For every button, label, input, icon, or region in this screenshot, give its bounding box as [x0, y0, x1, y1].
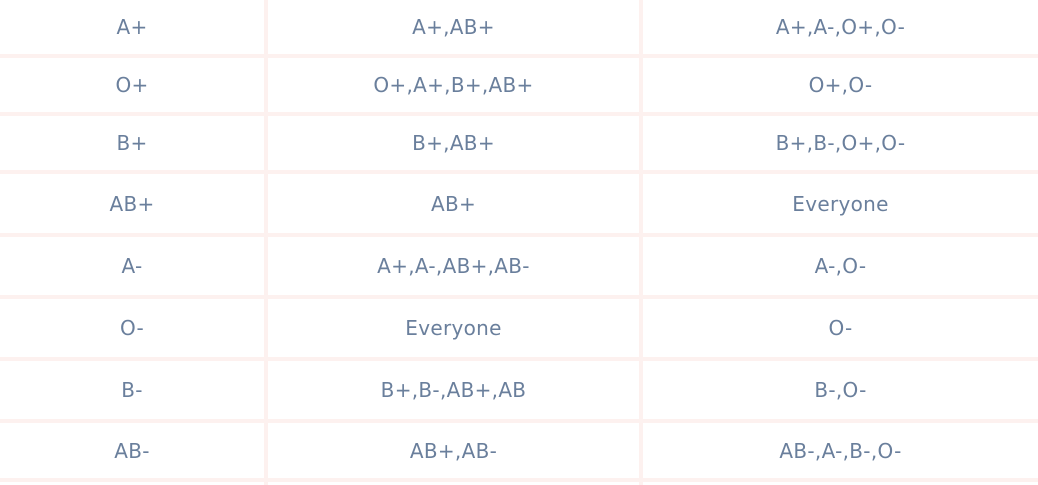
donate-to-cell: AB+ — [266, 172, 643, 237]
donate-to-cell: B+,AB+ — [266, 114, 643, 174]
receive-from-cell: B+,B-,O+,O- — [641, 114, 1038, 174]
blood-type-cell: A+ — [0, 0, 268, 58]
donate-to-cell: A+,A-,AB+,AB- — [266, 235, 643, 299]
donate-to-cell: B+,B-,AB+,AB — [266, 359, 643, 423]
blood-type-cell: AB- — [0, 421, 268, 482]
blood-type-cell: A- — [0, 235, 268, 299]
table-row: A+ A+,AB+ A+,A-,O+,O- — [0, 0, 1038, 58]
empty-cell — [0, 480, 268, 485]
table-row: B- B+,B-,AB+,AB B-,O- — [0, 359, 1038, 423]
blood-type-cell: O+ — [0, 56, 268, 116]
receive-from-cell: A-,O- — [641, 235, 1038, 299]
donate-to-cell: AB+,AB- — [266, 421, 643, 482]
table-row: B+ B+,AB+ B+,B-,O+,O- — [0, 114, 1038, 174]
empty-cell — [641, 480, 1038, 485]
blood-type-cell: O- — [0, 297, 268, 361]
blood-type-cell: B+ — [0, 114, 268, 174]
table-row: AB- AB+,AB- AB-,A-,B-,O- — [0, 421, 1038, 482]
receive-from-cell: A+,A-,O+,O- — [641, 0, 1038, 58]
receive-from-cell: Everyone — [641, 172, 1038, 237]
receive-from-cell: AB-,A-,B-,O- — [641, 421, 1038, 482]
table-row: O+ O+,A+,B+,AB+ O+,O- — [0, 56, 1038, 116]
empty-cell — [266, 480, 643, 485]
blood-type-cell: B- — [0, 359, 268, 423]
receive-from-cell: B-,O- — [641, 359, 1038, 423]
receive-from-cell: O- — [641, 297, 1038, 361]
table-row: A- A+,A-,AB+,AB- A-,O- — [0, 235, 1038, 299]
receive-from-cell: O+,O- — [641, 56, 1038, 116]
donate-to-cell: O+,A+,B+,AB+ — [266, 56, 643, 116]
donate-to-cell: Everyone — [266, 297, 643, 361]
compatibility-table: A+ A+,AB+ A+,A-,O+,O- O+ O+,A+,B+,AB+ O+… — [0, 0, 1038, 485]
table-row: AB+ AB+ Everyone — [0, 172, 1038, 237]
blood-type-cell: AB+ — [0, 172, 268, 237]
blood-compatibility-table: A+ A+,AB+ A+,A-,O+,O- O+ O+,A+,B+,AB+ O+… — [0, 0, 1038, 485]
table-row-partial — [0, 480, 1038, 485]
donate-to-cell: A+,AB+ — [266, 0, 643, 58]
table-row: O- Everyone O- — [0, 297, 1038, 361]
